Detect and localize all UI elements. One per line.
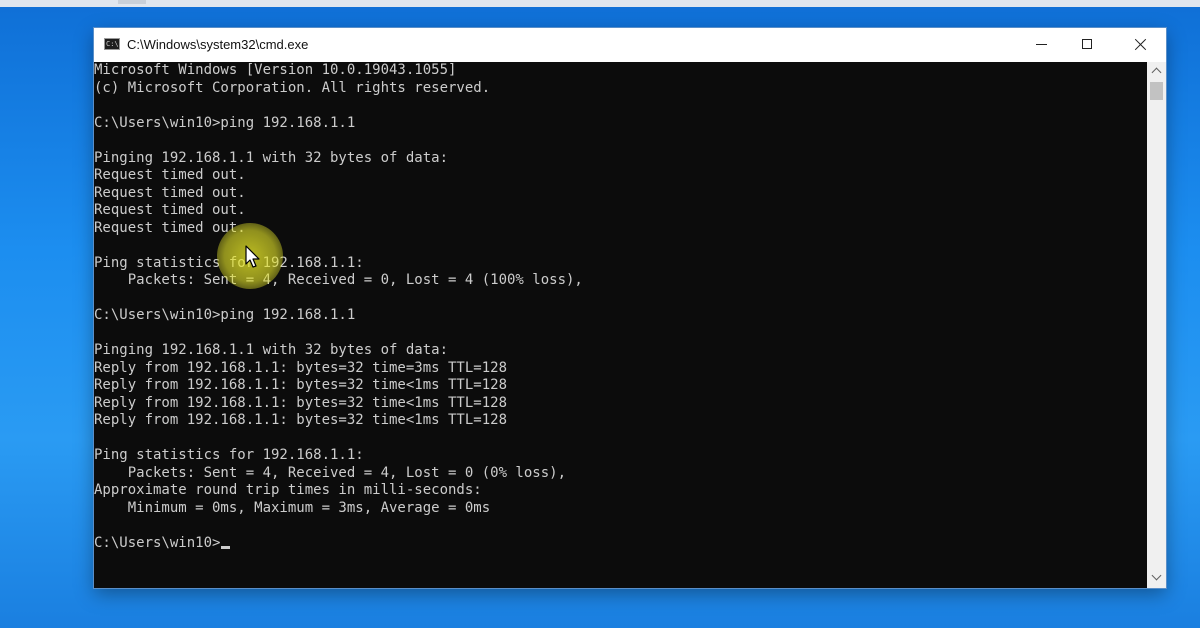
console-line: Ping statistics for 192.168.1.1: [94, 447, 364, 463]
scroll-thumb[interactable] [1150, 82, 1163, 100]
console-line: Reply from 192.168.1.1: bytes=32 time=3m… [94, 359, 508, 376]
minimize-button[interactable] [1019, 28, 1065, 62]
console-lines: Microsoft Windows [Version 10.0.19043.10… [94, 62, 583, 552]
chevron-up-icon [1151, 67, 1162, 78]
vertical-scrollbar[interactable] [1147, 62, 1166, 588]
chevron-down-icon [1151, 570, 1162, 581]
text-cursor [221, 545, 231, 549]
console-line: Approximate round trip times in milli-se… [94, 482, 482, 498]
cmd-icon-glyph: C:\ [106, 40, 119, 48]
console-line: Minimum = 0ms, Maximum = 3ms, Average = … [94, 499, 491, 516]
mouse-pointer-icon [245, 245, 260, 268]
console-line: Packets: Sent = 4, Received = 4, Lost = … [94, 464, 567, 481]
console-line: Reply from 192.168.1.1: bytes=32 time<1m… [94, 377, 508, 393]
tab-hint [118, 0, 146, 4]
console-line: (c) Microsoft Corporation. All rights re… [94, 79, 491, 96]
console-line: Packets: Sent = 4, Received = 0, Lost = … [94, 272, 583, 288]
cmd-icon[interactable]: C:\ [104, 38, 120, 50]
maximize-button[interactable] [1065, 28, 1111, 62]
top-strip [0, 0, 1200, 7]
console-line: Pinging 192.168.1.1 with 32 bytes of dat… [94, 149, 449, 166]
scroll-up-button[interactable] [1147, 64, 1166, 81]
console-line: Reply from 192.168.1.1: bytes=32 time<1m… [94, 394, 508, 411]
cmd-window: C:\ C:\Windows\system32\cmd.exe Microsof… [94, 28, 1166, 588]
console-line: Request timed out. [94, 202, 246, 218]
command-prompt-line: C:\Users\win10> [94, 535, 583, 553]
console-line: Request timed out. [94, 219, 246, 236]
console-line: Ping statistics for 192.168.1.1: [94, 254, 364, 271]
close-icon [1134, 38, 1147, 51]
console-line: Pinging 192.168.1.1 with 32 bytes of dat… [94, 342, 449, 358]
scroll-down-button[interactable] [1147, 569, 1166, 586]
console-line: C:\Users\win10>ping 192.168.1.1 [94, 307, 356, 323]
console-line: Request timed out. [94, 184, 246, 201]
console-output[interactable]: Microsoft Windows [Version 10.0.19043.10… [94, 62, 1147, 588]
console-line: Reply from 192.168.1.1: bytes=32 time<1m… [94, 412, 508, 428]
maximize-icon [1082, 39, 1092, 49]
console-line: Microsoft Windows [Version 10.0.19043.10… [94, 62, 457, 78]
console-line: C:\Users\win10>ping 192.168.1.1 [94, 114, 356, 131]
window-title: C:\Windows\system32\cmd.exe [127, 37, 309, 52]
minimize-icon [1036, 44, 1047, 45]
close-button[interactable] [1117, 28, 1163, 62]
console-line: Request timed out. [94, 167, 246, 183]
title-bar[interactable]: C:\ C:\Windows\system32\cmd.exe [94, 28, 1166, 62]
